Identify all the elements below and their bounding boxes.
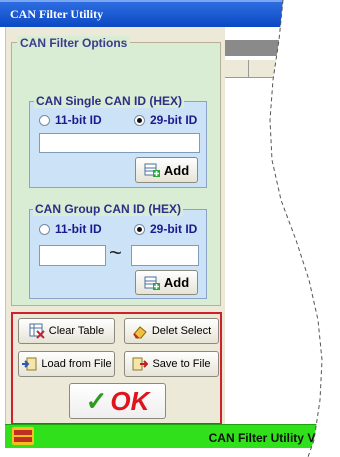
torn-edge-decoration [269,0,323,457]
